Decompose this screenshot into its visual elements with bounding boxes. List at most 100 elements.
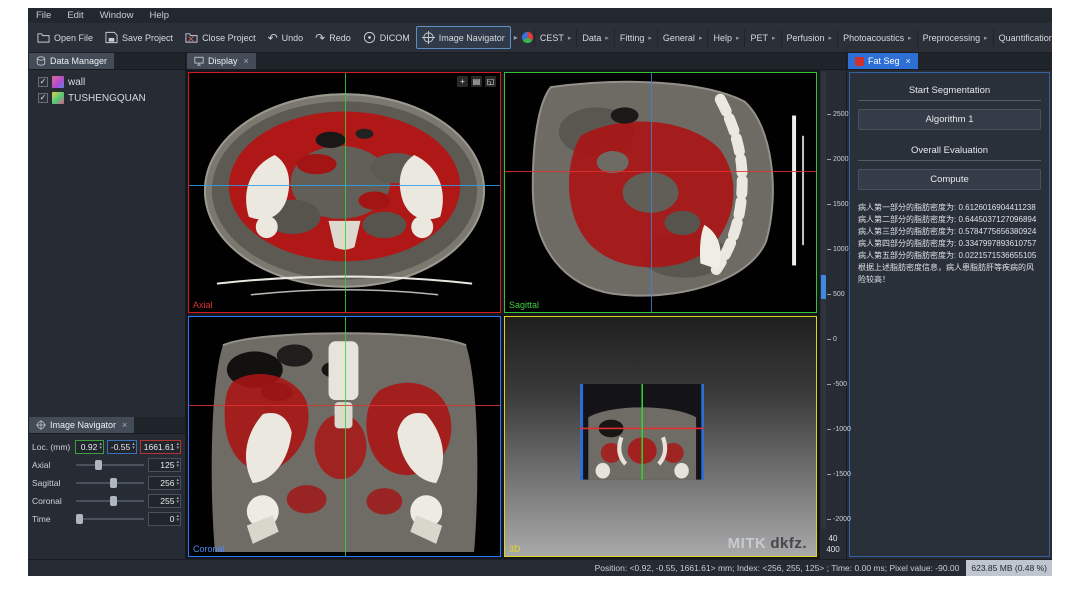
viewport-axial[interactable]: + ▤ ◱ Axial [188, 72, 501, 313]
crosshair-coronal-line[interactable] [189, 185, 500, 186]
spinner-arrows-icon[interactable] [176, 515, 179, 522]
spinner-arrows-icon[interactable] [176, 497, 179, 504]
viewport-label-axial: Axial [193, 300, 213, 310]
coronal-slider[interactable] [75, 495, 145, 507]
view-menu-pet[interactable]: PET [744, 29, 780, 47]
dicom-button[interactable]: DICOM [357, 26, 416, 49]
view-menu-quantification[interactable]: Quantification [993, 29, 1052, 47]
levelwindow-track[interactable] [821, 72, 826, 529]
open-file-button[interactable]: Open File [31, 26, 99, 49]
result-line: 病人第一部分的脂肪密度为: 0.6126016904411238 [858, 202, 1041, 214]
undo-button[interactable]: ↶ Undo [262, 28, 310, 48]
cursor-position-status: Position: <0.92, -0.55, 1661.61> mm; Ind… [595, 563, 960, 573]
spinner-arrows-icon[interactable] [99, 443, 102, 450]
axial-value-spinbox[interactable]: 125 [148, 458, 181, 472]
watermark: MITKdkfz. [728, 535, 807, 552]
slider-handle[interactable] [110, 496, 117, 506]
view-menu-cest[interactable]: CEST [534, 29, 577, 47]
time-value-spinbox[interactable]: 0 [148, 512, 181, 526]
sagittal-slider[interactable] [75, 477, 145, 489]
crosshair-coronal-line[interactable] [651, 73, 652, 312]
tab-display[interactable]: Display × [187, 53, 256, 69]
close-icon[interactable]: × [244, 56, 249, 66]
location-z-spinbox[interactable]: 1661.61 [140, 440, 181, 454]
crosshair-sagittal-line[interactable] [345, 73, 346, 312]
close-icon[interactable]: × [906, 56, 911, 66]
coronal-value-spinbox[interactable]: 255 [148, 494, 181, 508]
view-menu-fitting[interactable]: Fitting [614, 29, 657, 47]
view-menu-general[interactable]: General [657, 29, 708, 47]
menu-file[interactable]: File [36, 10, 51, 21]
view-menu-photoacoustics[interactable]: Photoacoustics [837, 29, 917, 47]
visibility-checkbox[interactable]: ✓ [38, 93, 48, 103]
slider-groove[interactable] [76, 464, 144, 466]
slider-handle[interactable] [110, 478, 117, 488]
menu-help[interactable]: Help [149, 10, 169, 21]
close-icon[interactable]: × [122, 420, 127, 430]
mitk-workbench-window: File Edit Window Help Open File Save Pro… [28, 8, 1052, 576]
spinner-arrows-icon[interactable] [176, 443, 179, 450]
view-menu-help-label: Help [713, 33, 732, 43]
axial-slider-row: Axial 125 [32, 457, 181, 472]
visibility-checkbox[interactable]: ✓ [38, 77, 48, 87]
crosshair-toggle-icon[interactable]: + [457, 76, 468, 87]
close-project-button[interactable]: Close Project [179, 26, 262, 49]
tree-item-wall[interactable]: ✓ wall [30, 74, 183, 90]
data-manager-icon [36, 56, 46, 66]
menu-edit[interactable]: Edit [67, 10, 83, 21]
dkfz-logo: dkfz. [770, 535, 807, 552]
spinner-arrows-icon[interactable] [176, 479, 179, 486]
levelwindow-widget[interactable]: 2500 2000 1500 1000 500 0 -500 -1000 -15… [819, 70, 846, 559]
slider-groove[interactable] [76, 518, 144, 520]
window-width-value[interactable]: 400 [820, 544, 846, 555]
window-level-value[interactable]: 40 [820, 533, 846, 544]
sagittal-value-spinbox[interactable]: 256 [148, 476, 181, 490]
fat-seg-panel: Fat Seg × Start Segmentation Algorithm 1… [846, 53, 1052, 559]
dicom-label: DICOM [380, 33, 410, 43]
evaluation-results: 病人第一部分的脂肪密度为: 0.6126016904411238 病人第二部分的… [858, 202, 1041, 286]
view-menu-preprocessing[interactable]: Preprocessing [917, 29, 993, 47]
tab-image-navigator[interactable]: Image Navigator × [29, 417, 134, 433]
view-menu-data[interactable]: Data [576, 29, 614, 47]
tree-item-tushengquan[interactable]: ✓ TUSHENGQUAN [30, 90, 183, 106]
time-slider[interactable] [75, 513, 145, 525]
crosshair-sagittal-line[interactable] [345, 317, 346, 556]
axial-slider[interactable] [75, 459, 145, 471]
slider-handle[interactable] [95, 460, 102, 470]
save-project-button[interactable]: Save Project [99, 26, 179, 49]
slider-handle[interactable] [76, 514, 83, 524]
algorithm-1-button[interactable]: Algorithm 1 [858, 109, 1041, 130]
menu-window[interactable]: Window [100, 10, 134, 21]
view-menu-help[interactable]: Help [707, 29, 744, 47]
maximize-viewport-icon[interactable]: ◱ [485, 76, 496, 87]
tab-data-manager[interactable]: Data Manager [29, 53, 114, 69]
location-y-spinbox[interactable]: -0.55 [107, 440, 137, 454]
viewport-sagittal[interactable]: Sagittal [504, 72, 817, 313]
levelwindow-values[interactable]: 40 400 [820, 533, 846, 555]
image-navigator-button[interactable]: Image Navigator [416, 26, 511, 49]
result-conclusion: 根据上述脂肪密度信息，病人患脂肪肝等疾病的风险较高！ [858, 262, 1041, 286]
sagittal-slider-label: Sagittal [32, 478, 72, 488]
levelwindow-tick: -2000 [827, 515, 851, 523]
spinner-arrows-icon[interactable] [176, 461, 179, 468]
viewport-3d[interactable]: MITKdkfz. 3D [504, 316, 817, 557]
view-menu-perfusion[interactable]: Perfusion [781, 29, 838, 47]
save-project-label: Save Project [122, 33, 173, 43]
levelwindow-handle[interactable] [821, 275, 826, 299]
location-x-spinbox[interactable]: 0.92 [75, 440, 104, 454]
layout-menu-icon[interactable]: ▤ [471, 76, 482, 87]
result-line: 病人第五部分的脂肪密度为: 0.0221571536655105 [858, 250, 1041, 262]
redo-icon: ↷ [315, 33, 325, 43]
spinner-arrows-icon[interactable] [132, 443, 135, 450]
redo-button[interactable]: ↷ Redo [309, 28, 357, 48]
viewport-coronal[interactable]: Coronal [188, 316, 501, 557]
crosshair-axial-line[interactable] [505, 171, 816, 172]
view-menu-photoacoustics-label: Photoacoustics [843, 33, 904, 43]
compute-button[interactable]: Compute [858, 169, 1041, 190]
toolbar-overflow-icon[interactable]: ▸ [511, 33, 521, 42]
coronal-slider-row: Coronal 255 [32, 493, 181, 508]
tab-fat-seg[interactable]: Fat Seg × [848, 53, 918, 69]
memory-usage-button[interactable]: 623.85 MB (0.48 %) [966, 560, 1052, 576]
left-panel: Data Manager ✓ wall ✓ TUSHENGQUAN I [28, 53, 186, 559]
color-wheel-icon[interactable] [521, 31, 534, 44]
